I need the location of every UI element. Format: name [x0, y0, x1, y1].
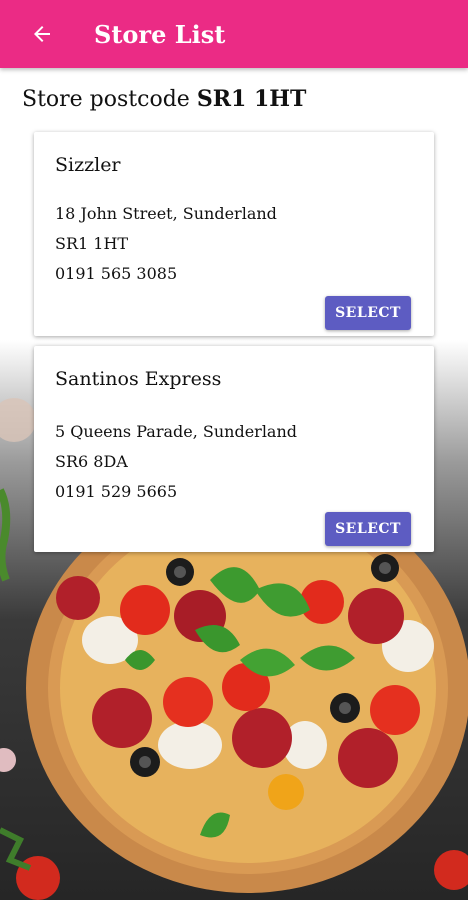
store-address: 18 John Street, Sunderland — [55, 204, 277, 223]
back-button[interactable] — [22, 14, 62, 54]
page-title: Store List — [94, 19, 226, 49]
postcode-label: Store postcode — [22, 87, 190, 112]
store-postcode: SR6 8DA — [55, 452, 128, 471]
store-address: 5 Queens Parade, Sunderland — [55, 422, 298, 441]
select-button[interactable]: SELECT — [325, 296, 411, 330]
store-name: Sizzler — [55, 154, 121, 176]
store-card[interactable]: Sizzler 18 John Street, Sunderland SR1 1… — [34, 132, 434, 336]
postcode-value: SR1 1HT — [196, 86, 307, 112]
app-bar: Store List — [0, 0, 468, 68]
store-postcode: SR1 1HT — [55, 234, 129, 253]
store-name: Santinos Express — [55, 368, 222, 390]
store-phone: 0191 529 5665 — [55, 482, 178, 501]
store-phone: 0191 565 3085 — [55, 264, 178, 283]
store-card[interactable]: Santinos Express 5 Queens Parade, Sunder… — [34, 346, 434, 552]
arrow-left-icon — [34, 26, 50, 42]
store-postcode: Store postcode SR1 1HT — [22, 86, 306, 112]
select-button[interactable]: SELECT — [325, 512, 411, 546]
